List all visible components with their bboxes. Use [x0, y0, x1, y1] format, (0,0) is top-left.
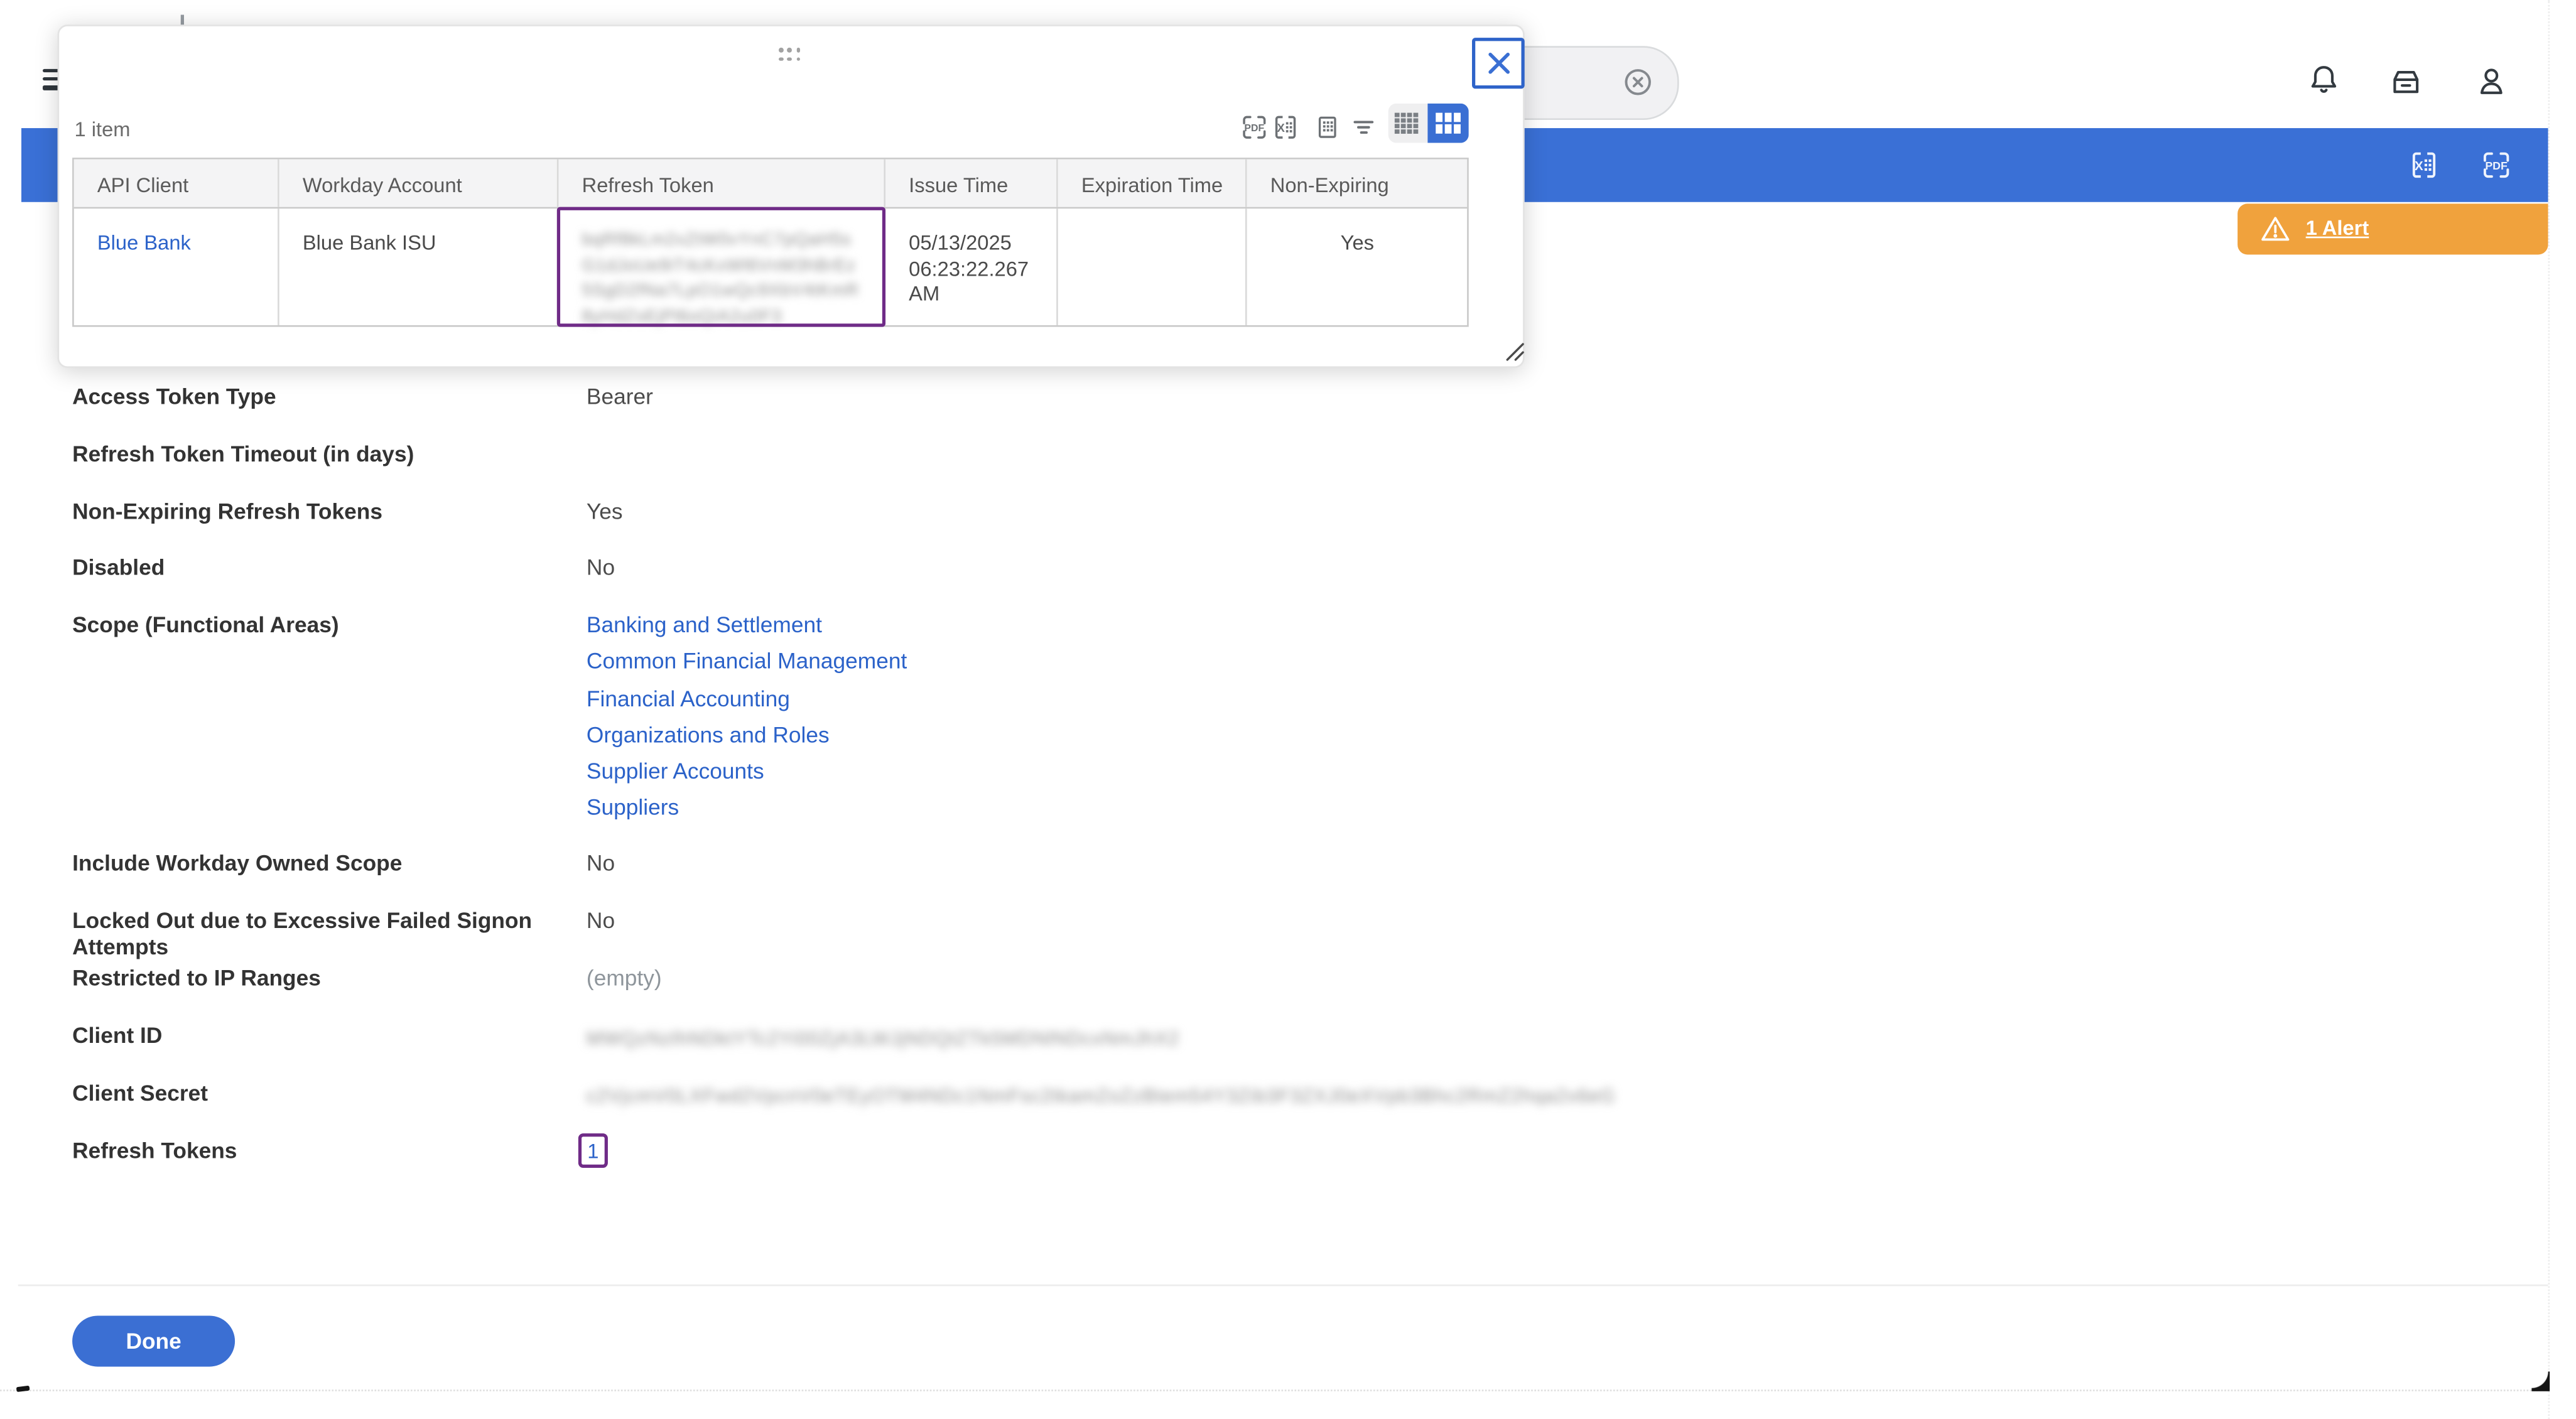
- workday-view-api-client-page: X PDF 1 Alert Access Token Type Bearer R…: [0, 0, 2576, 1419]
- svg-text:PDF: PDF: [1244, 123, 1264, 134]
- notifications-bell-icon[interactable]: [2307, 62, 2341, 97]
- field-label: Non-Expiring Refresh Tokens: [72, 499, 573, 525]
- expanded-grid-view-button[interactable]: [1428, 104, 1468, 144]
- field-value: Yes: [587, 499, 623, 525]
- non-expiring-cell: Yes: [1247, 209, 1468, 326]
- grid-view-toggle: [1388, 104, 1468, 144]
- warning-triangle-icon: [2258, 212, 2291, 245]
- workday-account-cell: Blue Bank ISU: [279, 209, 559, 326]
- field-label: Restricted to IP Ranges: [72, 966, 573, 992]
- export-pdf-icon[interactable]: PDF: [2481, 149, 2512, 181]
- close-icon: [1486, 51, 1511, 75]
- expanded-grid-icon: [1434, 112, 1462, 136]
- field-label: Include Workday Owned Scope: [72, 851, 573, 877]
- refresh-tokens-table: API Client Workday Account Refresh Token…: [73, 158, 1469, 327]
- field-label: Client ID: [72, 1023, 573, 1050]
- footer-divider: [18, 1285, 2548, 1287]
- redacted-refresh-token: bqRf8kLm2xZtW0vYnC7pQaH5sG1dJoUe9iT4cKxW…: [582, 229, 865, 330]
- field-value-empty: (empty): [587, 966, 662, 992]
- scope-link[interactable]: Supplier Accounts: [587, 759, 764, 784]
- field-label: Refresh Tokens: [72, 1138, 573, 1165]
- field-label: Scope (Functional Areas): [72, 613, 573, 639]
- export-excel-icon[interactable]: X: [2408, 149, 2439, 181]
- refresh-tokens-count-box: 1: [578, 1133, 608, 1168]
- export-excel-icon[interactable]: X: [1272, 113, 1300, 143]
- scope-link[interactable]: Organizations and Roles: [587, 723, 830, 747]
- field-label: Locked Out due to Excessive Failed Signo…: [72, 909, 598, 961]
- column-header[interactable]: API Client: [74, 159, 279, 207]
- table-header-row: API Client Workday Account Refresh Token…: [74, 159, 1467, 208]
- field-label: Disabled: [72, 555, 573, 581]
- drag-handle-icon[interactable]: [778, 48, 804, 62]
- scope-link[interactable]: Common Financial Management: [587, 649, 907, 674]
- export-pdf-icon[interactable]: PDF: [1240, 113, 1268, 143]
- issue-timestamp: 06:23:22.267 AM: [909, 257, 1056, 308]
- bottom-right-corner-mark: [2531, 1372, 2550, 1391]
- field-label: Client Secret: [72, 1081, 573, 1107]
- api-client-cell: Blue Bank: [74, 209, 279, 326]
- column-header[interactable]: Workday Account: [279, 159, 559, 207]
- column-header[interactable]: Issue Time: [886, 159, 1059, 207]
- modal-resize-handle-icon[interactable]: [1505, 340, 1524, 360]
- done-button[interactable]: Done: [72, 1315, 235, 1366]
- column-header[interactable]: Expiration Time: [1058, 159, 1247, 207]
- refresh-tokens-count-link[interactable]: 1: [587, 1140, 598, 1163]
- field-value: No: [587, 555, 615, 581]
- field-value: No: [587, 909, 615, 935]
- refresh-token-cell: bqRf8kLm2xZtW0vYnC7pQaH5sG1dJoUe9iT4cKxW…: [559, 209, 886, 326]
- alert-banner: 1 Alert: [2237, 203, 2547, 254]
- bottom-page-edge: [0, 1389, 2548, 1391]
- scope-link[interactable]: Financial Accounting: [587, 686, 790, 710]
- filter-icon[interactable]: [1348, 113, 1376, 143]
- svg-text:PDF: PDF: [2485, 159, 2508, 172]
- bottom-left-mark: [15, 1386, 29, 1392]
- redacted-client-secret: c2VjcmV0LXFwd2VpcnV0eTEyOTM4NDc1NmFsc2tk…: [587, 1084, 1613, 1108]
- item-count-label: 1 item: [74, 119, 130, 142]
- svg-text:X: X: [1277, 121, 1285, 134]
- expiration-time-cell: [1058, 209, 1247, 326]
- client-secret-value: c2VjcmV0LXFwd2VpcnV0eTEyOTM4NDc1NmFsc2tk…: [587, 1084, 1613, 1114]
- compact-grid-icon: [1394, 112, 1422, 136]
- printable-view-icon[interactable]: [1314, 113, 1341, 143]
- svg-text:X: X: [2414, 159, 2423, 173]
- field-value: No: [587, 851, 615, 877]
- issue-date: 05/13/2025: [909, 232, 1056, 257]
- scope-link[interactable]: Banking and Settlement: [587, 613, 822, 637]
- field-value: Bearer: [587, 384, 653, 411]
- refresh-tokens-modal: 1 item PDF X: [57, 25, 1525, 367]
- search-clear-icon[interactable]: [1621, 66, 1654, 99]
- issue-time-cell: 05/13/2025 06:23:22.267 AM: [886, 209, 1059, 326]
- redacted-client-id: MWQzNzlhNDktYTc2Yi00ZjA3LWJjNDQtZTk5MDNl…: [587, 1027, 1178, 1050]
- alert-count-link[interactable]: 1 Alert: [2306, 217, 2369, 240]
- client-id-value: MWQzNzlhNDktYTc2Yi00ZjA3LWJjNDQtZTk5MDNl…: [587, 1027, 1178, 1056]
- field-label: Refresh Token Timeout (in days): [72, 442, 573, 468]
- modal-close-button[interactable]: [1471, 38, 1525, 89]
- profile-person-icon[interactable]: [2473, 63, 2508, 98]
- scope-link[interactable]: Suppliers: [587, 796, 679, 820]
- compact-grid-view-button[interactable]: [1388, 104, 1428, 144]
- inbox-tray-icon[interactable]: [2388, 65, 2422, 99]
- column-header[interactable]: Non-Expiring: [1247, 159, 1468, 207]
- table-row: Blue Bank Blue Bank ISU bqRf8kLm2xZtW0vY…: [74, 209, 1467, 326]
- scope-links: Banking and Settlement Common Financial …: [587, 608, 907, 828]
- column-header[interactable]: Refresh Token: [559, 159, 886, 207]
- field-label: Access Token Type: [72, 384, 573, 411]
- api-client-link[interactable]: Blue Bank: [97, 232, 191, 255]
- right-page-edge: [2547, 0, 2549, 1419]
